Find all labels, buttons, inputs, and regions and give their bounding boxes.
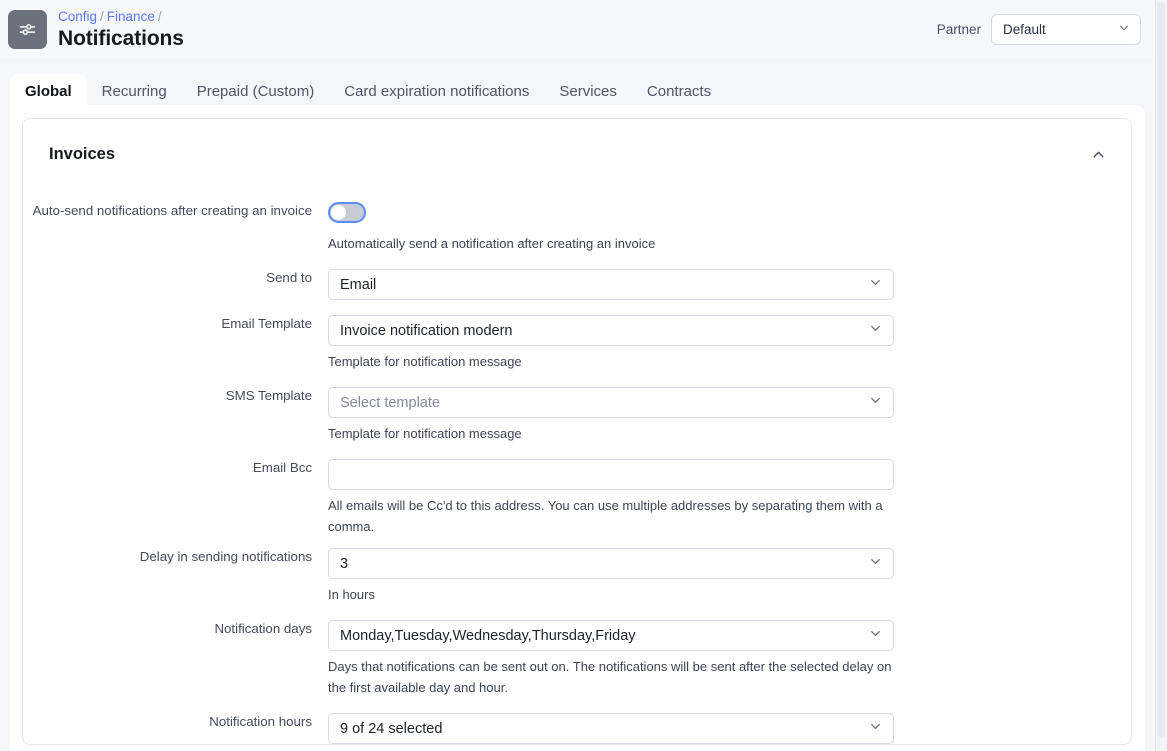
notification-days-select[interactable]: Monday,Tuesday,Wednesday,Thursday,Friday	[328, 620, 894, 651]
header-left: Config / Finance / Notifications	[8, 8, 184, 51]
breadcrumb-link-finance[interactable]: Finance	[107, 9, 155, 24]
chevron-down-icon	[868, 554, 883, 573]
email-bcc-help: All emails will be Cc'd to this address.…	[328, 498, 883, 534]
form-row-sms-template: SMS Template Select template Template fo…	[23, 387, 1131, 444]
form-row-notification-hours: Notification hours 9 of 24 selected Hour…	[23, 713, 1131, 744]
header-right: Partner Default	[936, 13, 1141, 45]
scrollbar-thumb[interactable]	[1157, 2, 1165, 737]
notification-hours-label: Notification hours	[209, 714, 312, 729]
send-to-label: Send to	[266, 270, 312, 285]
page-header: Config / Finance / Notifications Partner De…	[0, 0, 1155, 58]
sms-template-select[interactable]: Select template	[328, 387, 894, 418]
notification-days-label: Notification days	[214, 621, 312, 636]
chevron-down-icon	[868, 321, 883, 340]
delay-label: Delay in sending notifications	[139, 549, 312, 564]
delay-control: 3 In hours	[328, 548, 894, 605]
toggle-knob	[331, 205, 346, 220]
form-row-email-bcc: Email Bcc All emails will be Cc'd to thi…	[23, 459, 1131, 537]
tab-global[interactable]: Global	[10, 74, 87, 110]
auto-send-toggle[interactable]	[328, 202, 366, 223]
notification-days-control: Monday,Tuesday,Wednesday,Thursday,Friday…	[328, 620, 894, 698]
partner-select[interactable]: Default	[991, 13, 1141, 45]
auto-send-label: Auto-send notifications after creating a…	[32, 203, 312, 218]
send-to-value: Email	[340, 276, 377, 293]
sms-template-control: Select template Template for notificatio…	[328, 387, 894, 444]
sms-template-help: Template for notification message	[328, 426, 522, 441]
chevron-down-icon	[868, 719, 883, 738]
email-template-value: Invoice notification modern	[340, 322, 513, 339]
notification-hours-control: 9 of 24 selected Hours that notification…	[328, 713, 894, 744]
email-bcc-control: All emails will be Cc'd to this address.…	[328, 459, 894, 537]
email-template-help: Template for notification message	[328, 354, 522, 369]
sliders-icon[interactable]	[8, 9, 47, 49]
vertical-scrollbar[interactable]	[1155, 0, 1167, 751]
page-title: Notifications	[58, 26, 184, 50]
email-template-select[interactable]: Invoice notification modern	[328, 315, 894, 346]
form-row-notification-days: Notification days Monday,Tuesday,Wednesd…	[23, 620, 1131, 698]
sms-template-label: SMS Template	[225, 388, 312, 403]
breadcrumb-link-config[interactable]: Config	[58, 9, 97, 24]
email-bcc-input[interactable]	[328, 459, 894, 490]
form-row-email-template: Email Template Invoice notification mode…	[23, 315, 1131, 372]
invoices-card-header: Invoices	[23, 119, 1131, 167]
invoices-form: Auto-send notifications after creating a…	[23, 167, 1131, 744]
partner-label: Partner	[936, 21, 981, 37]
chevron-down-icon	[868, 393, 883, 412]
breadcrumb-separator-2: /	[157, 8, 162, 24]
auto-send-help: Automatically send a notification after …	[328, 236, 656, 251]
chevron-up-icon[interactable]	[1085, 141, 1111, 167]
breadcrumb-separator-1: /	[100, 8, 104, 24]
chevron-down-icon	[868, 275, 883, 294]
partner-select-value: Default	[1003, 21, 1046, 37]
title-block: Config / Finance / Notifications	[58, 8, 184, 51]
notification-days-help: Days that notifications can be sent out …	[328, 659, 892, 695]
tab-bar: Global Recurring Prepaid (Custom) Card e…	[0, 58, 1155, 110]
form-row-auto-send: Auto-send notifications after creating a…	[23, 202, 1131, 254]
invoices-card: Invoices Auto-send notifications after c…	[22, 118, 1132, 745]
form-row-send-to: Send to Email	[23, 269, 1131, 300]
email-template-control: Invoice notification modern Template for…	[328, 315, 894, 372]
notification-days-value: Monday,Tuesday,Wednesday,Thursday,Friday	[340, 627, 636, 644]
send-to-select[interactable]: Email	[328, 269, 894, 300]
auto-send-control: Automatically send a notification after …	[328, 202, 894, 254]
chevron-down-icon	[868, 626, 883, 645]
breadcrumb: Config / Finance /	[58, 8, 184, 25]
form-row-delay: Delay in sending notifications 3 In hour…	[23, 548, 1131, 605]
email-template-label: Email Template	[221, 316, 312, 331]
sms-template-value: Select template	[340, 394, 440, 411]
notification-hours-select[interactable]: 9 of 24 selected	[328, 713, 894, 744]
email-bcc-label: Email Bcc	[252, 460, 312, 475]
delay-select[interactable]: 3	[328, 548, 894, 579]
invoices-section-title: Invoices	[49, 144, 116, 163]
app-root: Config / Finance / Notifications Partner De…	[0, 0, 1167, 751]
delay-help: In hours	[328, 587, 375, 602]
delay-value: 3	[340, 555, 349, 572]
content-panel: Invoices Auto-send notifications after c…	[10, 105, 1145, 751]
chevron-down-icon	[1117, 21, 1131, 38]
send-to-control: Email	[328, 269, 894, 300]
notification-hours-value: 9 of 24 selected	[340, 720, 443, 737]
